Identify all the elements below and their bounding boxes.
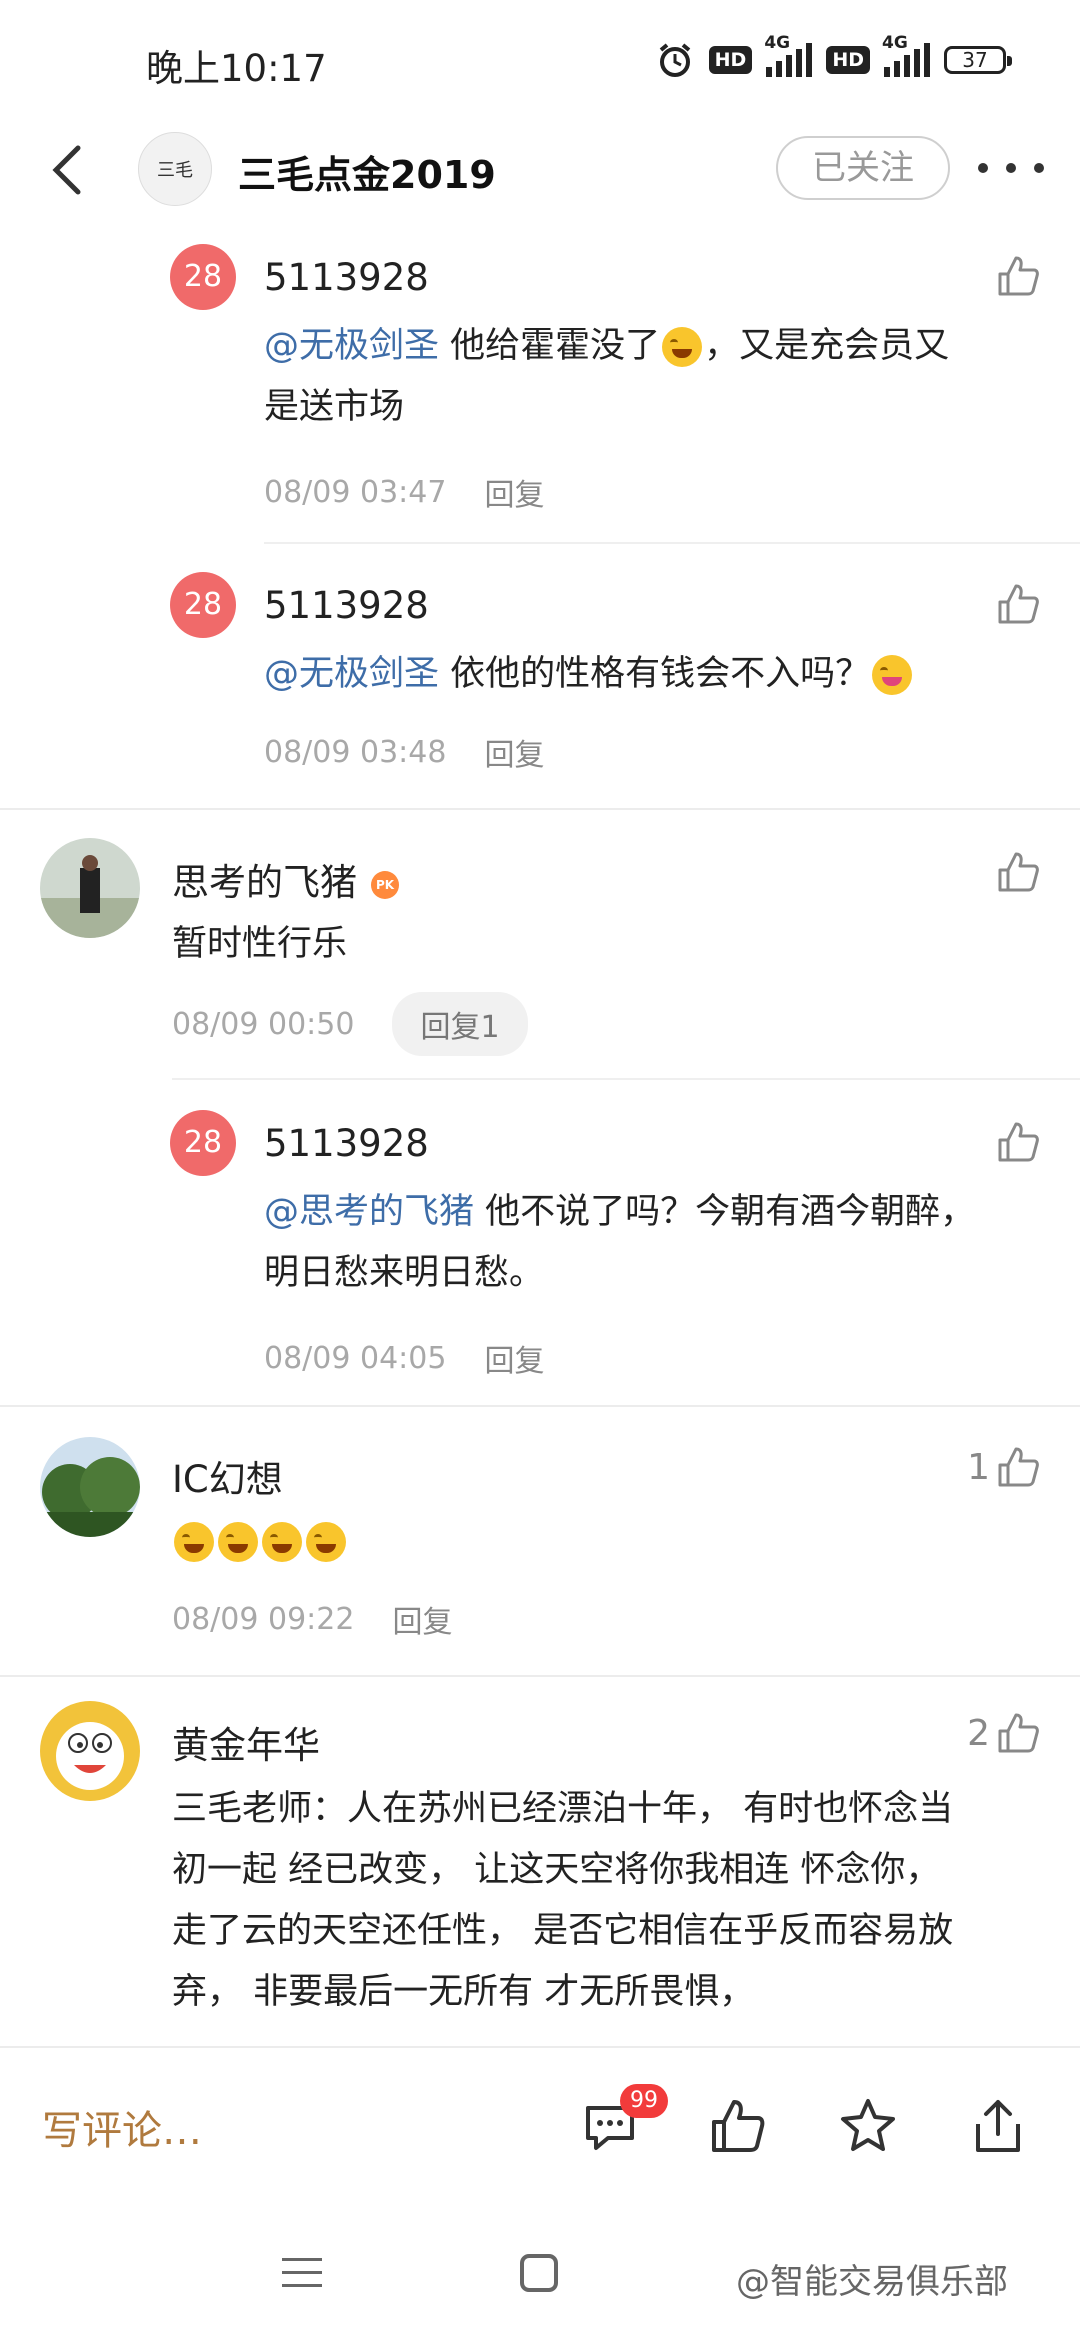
user-avatar[interactable]: 28 — [170, 1110, 236, 1176]
watermark: @智能交易俱乐部 — [736, 2262, 1008, 2302]
like-button[interactable] — [996, 254, 1040, 298]
reply-item: 28 5113928 @无极剑圣 他给霍霍没了 ，又是充会员又 是送市场 08/0… — [0, 220, 1080, 550]
user-name[interactable]: 思考的飞猪 PK — [172, 852, 399, 906]
system-nav-bar: @智能交易俱乐部 — [0, 2216, 1080, 2340]
laugh-emoji-icon — [262, 1522, 302, 1562]
reply-item: 28 5113928 @思考的飞猪 他不说了吗？今朝有酒今朝醉， 明日愁来明日愁… — [0, 1080, 1080, 1405]
comment-text: 暂时性行乐 — [172, 924, 348, 964]
user-name[interactable]: 5113928 — [264, 584, 429, 627]
view-replies-button[interactable]: 回复1 — [392, 992, 528, 1056]
like-button[interactable] — [996, 850, 1040, 894]
user-name[interactable]: 5113928 — [264, 256, 429, 299]
comment-text: @思考的飞猪 他不说了吗？今朝有酒今朝醉， 明日愁来明日愁。 — [264, 1192, 976, 1293]
avatar-photo — [40, 1701, 140, 1801]
star-icon[interactable] — [838, 2096, 898, 2156]
user-name[interactable]: IC幻想 — [172, 1449, 283, 1503]
status-bar: 晚上10:17 HD 4G HD 4G 37 — [0, 0, 1080, 120]
user-name[interactable]: 5113928 — [264, 1122, 429, 1165]
laugh-emoji-icon — [218, 1522, 258, 1562]
thumbs-up-icon[interactable] — [708, 2096, 768, 2156]
bottom-action-bar: 写评论… 99 — [0, 2046, 1080, 2218]
divider — [264, 542, 1080, 544]
like-button[interactable] — [996, 1120, 1040, 1164]
comment-meta: 08/09 00:50 回复1 — [172, 992, 528, 1056]
signal-icon: 4G — [764, 33, 813, 77]
user-avatar[interactable]: 28 — [170, 572, 236, 638]
like-button[interactable] — [996, 582, 1040, 626]
user-avatar[interactable]: 28 — [170, 244, 236, 310]
menu-icon[interactable] — [282, 2258, 322, 2297]
reply-button[interactable]: 回复 — [484, 470, 544, 514]
like-count: 2 — [967, 1712, 990, 1754]
laugh-emoji-icon — [662, 327, 703, 367]
status-icons: HD 4G HD 4G 37 — [655, 33, 1012, 80]
reply-item: 28 5113928 @无极剑圣 依他的性格有钱会不入吗？ 08/09 03:4… — [0, 550, 1080, 810]
user-avatar[interactable] — [40, 838, 140, 938]
battery-icon: 37 — [944, 46, 1012, 74]
page-title[interactable]: 三毛点金2019 — [238, 144, 496, 199]
comment-text: @无极剑圣 依他的性格有钱会不入吗？ — [264, 644, 1024, 705]
write-comment-input[interactable]: 写评论… — [42, 2098, 202, 2156]
comment-meta: 08/09 09:22 回复 — [172, 1597, 452, 1641]
comment-item: IC幻想 1 08/09 09:22 回复 — [0, 1407, 1080, 1675]
like-button[interactable]: 2 — [967, 1711, 1040, 1755]
thumbs-up-icon — [998, 852, 1039, 892]
laugh-emoji-icon — [306, 1522, 346, 1562]
comment-time: 08/09 09:22 — [172, 1601, 355, 1637]
comment-count-badge: 99 — [620, 2084, 668, 2118]
avatar-photo — [40, 838, 140, 938]
user-name[interactable]: 黄金年华 — [172, 1715, 320, 1769]
like-count: 1 — [967, 1446, 990, 1488]
comment-text: @无极剑圣 他给霍霍没了 ，又是充会员又 是送市场 — [264, 326, 950, 427]
home-icon[interactable] — [520, 2254, 558, 2292]
avatar-photo — [40, 1437, 140, 1537]
tongue-emoji-icon — [872, 655, 913, 695]
alarm-icon — [659, 43, 690, 77]
header: 三毛 三毛点金2019 已关注 — [0, 120, 1080, 220]
comment-meta: 08/09 03:48 回复 — [264, 730, 544, 774]
author-avatar[interactable]: 三毛 — [138, 132, 212, 206]
reply-button[interactable]: 回复 — [484, 1336, 544, 1380]
comment-meta: 08/09 04:05 回复 — [264, 1336, 544, 1380]
reply-button[interactable]: 回复 — [484, 730, 544, 774]
thumbs-up-icon — [998, 1713, 1039, 1753]
like-button[interactable]: 1 — [967, 1445, 1040, 1489]
status-time: 晚上10:17 — [146, 47, 327, 90]
share-icon[interactable] — [968, 2096, 1028, 2156]
comment-text — [172, 1511, 348, 1572]
comment-time: 08/09 03:48 — [264, 734, 447, 770]
hd-icon-2: HD — [826, 46, 870, 74]
comment-time: 08/09 03:47 — [264, 474, 447, 510]
comment-time: 08/09 00:50 — [172, 1006, 355, 1042]
comment-time: 08/09 04:05 — [264, 1340, 447, 1376]
comment-meta: 08/09 03:47 回复 — [264, 470, 544, 514]
thumbs-up-icon — [998, 256, 1039, 296]
follow-button[interactable]: 已关注 — [776, 136, 950, 200]
comment-item: 黄金年华 2 三毛老师：人在苏州已经漂泊十年， 有时也怀念当 初一起 经已改变，… — [0, 1677, 1080, 2046]
comment-text: 三毛老师：人在苏州已经漂泊十年， 有时也怀念当 初一起 经已改变， 让这天空将你… — [172, 1789, 954, 2012]
thumbs-up-icon — [998, 584, 1039, 624]
user-avatar[interactable] — [40, 1701, 140, 1801]
pk-badge-icon: PK — [371, 870, 399, 899]
laugh-emoji-icon — [174, 1522, 214, 1562]
hd-icon: HD — [708, 46, 753, 74]
user-avatar[interactable] — [40, 1437, 140, 1537]
thumbs-up-icon — [998, 1447, 1039, 1487]
thumbs-up-icon — [998, 1122, 1039, 1162]
more-icon[interactable] — [978, 148, 1044, 188]
signal-icon-2: 4G — [882, 33, 930, 77]
mention-link[interactable]: @无极剑圣 — [264, 326, 439, 366]
back-arrow-icon[interactable] — [42, 142, 98, 198]
mention-link[interactable]: @无极剑圣 — [264, 654, 439, 694]
mention-link[interactable]: @思考的飞猪 — [264, 1192, 474, 1232]
reply-button[interactable]: 回复 — [392, 1597, 452, 1641]
comment-item: 思考的飞猪 PK 暂时性行乐 08/09 00:50 回复1 — [0, 810, 1080, 1080]
